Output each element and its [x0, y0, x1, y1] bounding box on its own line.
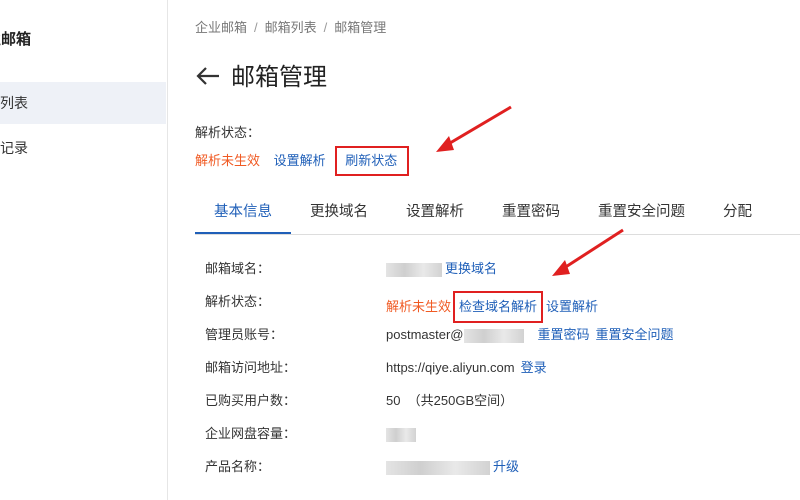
redacted-account [463, 328, 524, 343]
sidebar-title: 业邮箱 [0, 31, 32, 48]
breadcrumb-mailbox-list[interactable]: 邮箱列表 [265, 20, 317, 35]
breadcrumb-separator: / [323, 20, 328, 35]
breadcrumb-separator: / [254, 20, 258, 35]
product-label: 产品名称： [205, 459, 271, 474]
domain-label: 邮箱域名： [205, 261, 271, 276]
check-resolve-highlight-box: 检查域名解析 [453, 291, 544, 323]
admin-value: postmaster@ 重置密码 重置安全问题 [386, 324, 680, 346]
resolve-status-row: 解析未生效 设置解析 刷新状态 [195, 146, 419, 176]
resolve-status-label: 解析状态： [195, 125, 261, 140]
access-url: https://qiye.aliyun.com [386, 360, 515, 375]
product-value: 升级 [386, 456, 525, 478]
page-title-row: 邮箱管理 [195, 58, 327, 94]
tab-assign[interactable]: 分配 [704, 196, 771, 232]
breadcrumb: 企业邮箱 / 邮箱列表 / 邮箱管理 [195, 17, 386, 39]
redacted-disk [386, 427, 416, 442]
disk-label: 企业网盘容量： [205, 426, 297, 441]
left-arrow-icon[interactable] [195, 58, 223, 94]
breadcrumb-enterprise-mail[interactable]: 企业邮箱 [195, 20, 247, 35]
access-value: https://qiye.aliyun.com 登录 [386, 357, 553, 379]
admin-account: postmaster@ [386, 327, 464, 342]
sidebar: 业邮箱 箱列表 作记录 [0, 0, 168, 500]
upgrade-link[interactable]: 升级 [493, 459, 519, 474]
set-resolve-link-info[interactable]: 设置解析 [546, 299, 598, 314]
resolve-label: 解析状态： [205, 294, 271, 309]
sidebar-item-operation-log[interactable]: 作记录 [0, 127, 166, 169]
annotation-arrow-1 [436, 105, 512, 152]
resolve-value: 解析未生效 检查域名解析 设置解析 [386, 291, 604, 323]
login-link[interactable]: 登录 [521, 360, 547, 375]
reset-password-link[interactable]: 重置密码 [538, 327, 590, 342]
refresh-status-link[interactable]: 刷新状态 [345, 153, 397, 168]
sidebar-item-mailbox-list[interactable]: 箱列表 [0, 82, 166, 124]
breadcrumb-current: 邮箱管理 [334, 20, 387, 35]
tab-reset-security-question[interactable]: 重置安全问题 [579, 196, 704, 232]
check-domain-resolve-link[interactable]: 检查域名解析 [459, 299, 537, 314]
annotation-arrow-2 [552, 228, 624, 276]
change-domain-link[interactable]: 更换域名 [445, 261, 497, 276]
resolve-status-value: 解析未生效 [195, 153, 261, 168]
domain-value: 更换域名 [386, 258, 503, 280]
tab-set-resolve[interactable]: 设置解析 [387, 196, 483, 232]
users-label: 已购买用户数： [205, 393, 297, 408]
disk-value [386, 423, 419, 445]
set-resolve-link[interactable]: 设置解析 [274, 153, 326, 168]
tab-bar: 基本信息 更换域名 设置解析 重置密码 重置安全问题 分配 [195, 196, 800, 235]
redacted-product [386, 460, 490, 475]
access-label: 邮箱访问地址： [205, 360, 297, 375]
resolve-status-text: 解析未生效 [386, 299, 452, 314]
admin-label: 管理员账号： [205, 327, 284, 342]
tab-change-domain[interactable]: 更换域名 [291, 196, 387, 232]
reset-security-question-link[interactable]: 重置安全问题 [596, 327, 674, 342]
users-value: 50 （共250GB空间） [386, 393, 514, 408]
redacted-domain [386, 262, 442, 277]
refresh-highlight-box: 刷新状态 [335, 146, 410, 176]
tab-reset-password[interactable]: 重置密码 [483, 196, 579, 232]
page-title: 邮箱管理 [231, 64, 327, 91]
tab-basic-info[interactable]: 基本信息 [195, 196, 291, 234]
